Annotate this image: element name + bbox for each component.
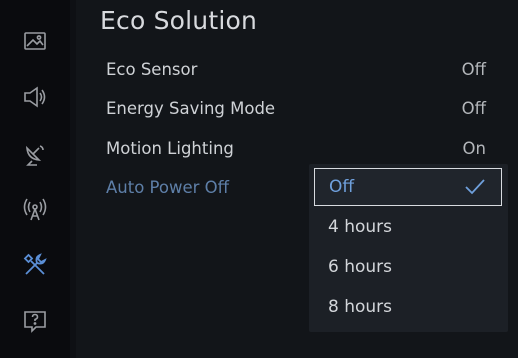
- energy-saving-mode-setting[interactable]: Energy Saving Mode Off: [106, 96, 486, 120]
- auto-power-off-dropdown[interactable]: Off 4 hours 6 hours 8 hours: [309, 164, 508, 332]
- checkmark-icon: [465, 179, 485, 195]
- page-title: Eco Solution: [100, 6, 258, 35]
- setting-value: Off: [461, 98, 486, 118]
- option-off[interactable]: Off: [314, 168, 502, 206]
- network-icon[interactable]: [20, 194, 50, 224]
- picture-icon[interactable]: [20, 26, 50, 56]
- setting-value: Off: [461, 59, 486, 79]
- option-label: Off: [329, 177, 355, 197]
- option-label: 4 hours: [328, 217, 393, 237]
- option-label: 8 hours: [328, 297, 393, 317]
- option-6-hours[interactable]: 6 hours: [314, 248, 502, 286]
- setting-label: Motion Lighting: [106, 138, 234, 158]
- sound-icon[interactable]: [20, 82, 50, 112]
- setting-label: Auto Power Off: [106, 177, 230, 197]
- eco-sensor-setting[interactable]: Eco Sensor Off: [106, 57, 486, 81]
- support-icon[interactable]: [20, 306, 50, 336]
- setting-label: Energy Saving Mode: [106, 98, 276, 118]
- option-label: 6 hours: [328, 257, 393, 277]
- setting-value: On: [462, 138, 486, 158]
- motion-lighting-setting[interactable]: Motion Lighting On: [106, 136, 486, 160]
- option-4-hours[interactable]: 4 hours: [314, 208, 502, 246]
- eco-solution-screen: Eco Solution Eco Sensor Off Energy Savin…: [0, 0, 518, 358]
- broadcasting-icon[interactable]: [20, 139, 50, 169]
- option-8-hours[interactable]: 8 hours: [314, 288, 502, 326]
- tools-icon[interactable]: [20, 250, 50, 280]
- setting-label: Eco Sensor: [106, 59, 198, 79]
- settings-sidebar: [0, 0, 70, 358]
